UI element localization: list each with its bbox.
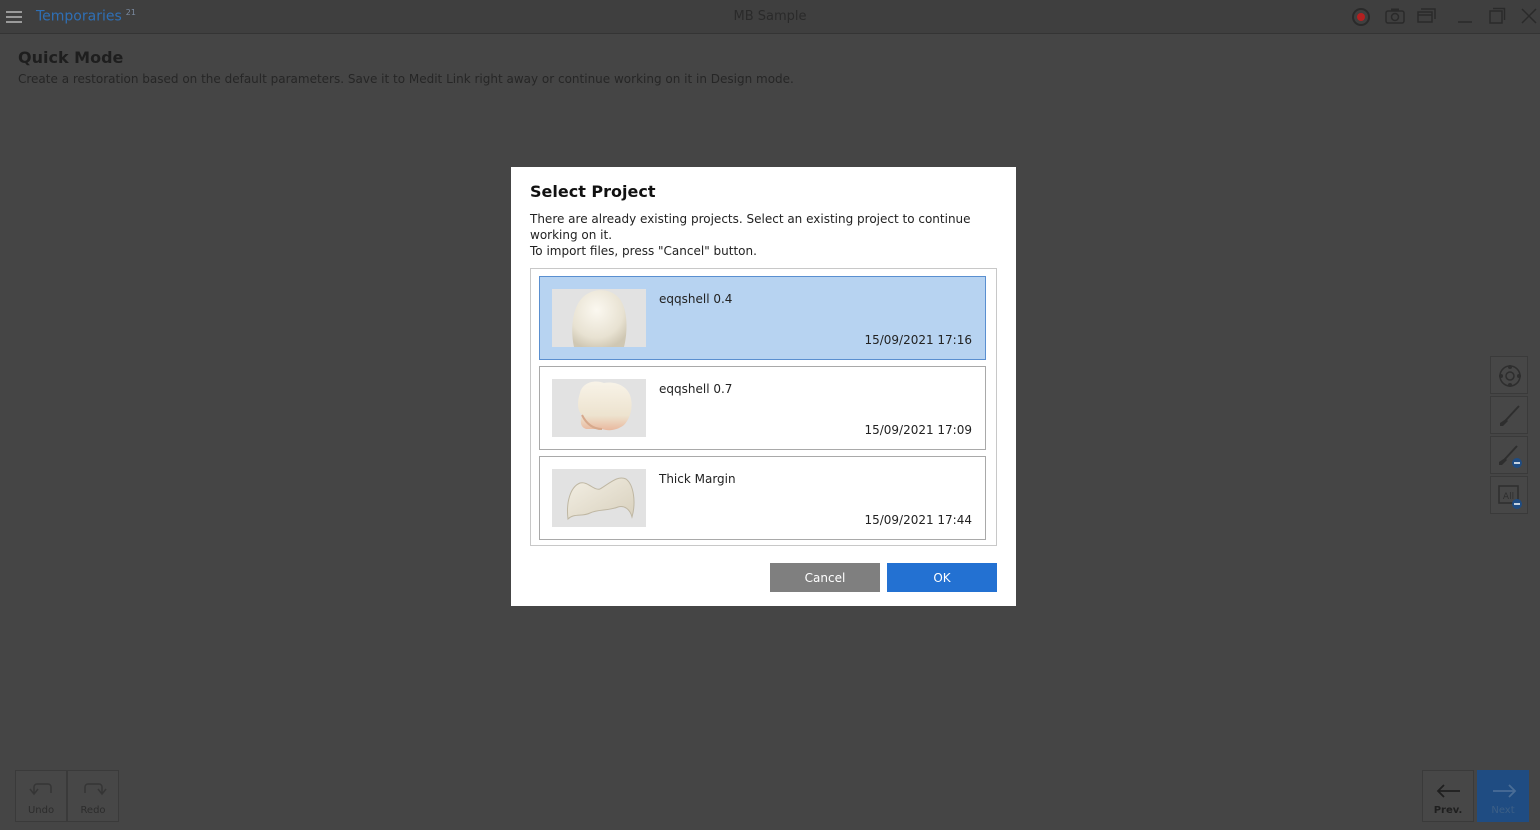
clear-all-tool-button[interactable]: All [1490, 476, 1528, 514]
select-project-dialog: Select Project There are already existin… [511, 167, 1016, 606]
redo-button[interactable]: Redo [67, 770, 119, 822]
project-item[interactable]: Thick Margin 15/09/2021 17:44 [539, 456, 986, 540]
arrow-right-icon [1493, 784, 1517, 798]
next-label: Next [1491, 805, 1515, 816]
clear-all-label: All [1503, 492, 1514, 502]
camera-icon[interactable] [1385, 7, 1405, 25]
project-thumbnail [552, 469, 646, 527]
redo-label: Redo [80, 805, 106, 816]
minimize-icon[interactable] [1455, 7, 1475, 25]
project-thumbnail [552, 379, 646, 437]
cancel-button[interactable]: Cancel [770, 563, 880, 592]
prev-button[interactable]: Prev. [1422, 770, 1474, 822]
erase-brush-tool-button[interactable] [1490, 436, 1528, 474]
project-thumbnail [552, 289, 646, 347]
project-item[interactable]: eqqshell 0.4 15/09/2021 17:16 [539, 276, 986, 360]
record-icon[interactable] [1352, 8, 1370, 26]
brush-tool-button[interactable] [1490, 396, 1528, 434]
project-name: eqqshell 0.4 [659, 292, 733, 306]
project-name: Thick Margin [659, 472, 736, 486]
brush-icon [1500, 405, 1520, 426]
page-description: Create a restoration based on the defaul… [18, 72, 794, 86]
undo-button[interactable]: Undo [15, 770, 67, 822]
close-icon[interactable] [1519, 7, 1539, 25]
dialog-message: There are already existing projects. Sel… [530, 211, 1000, 259]
prev-label: Prev. [1433, 805, 1463, 816]
dialog-message-line1: There are already existing projects. Sel… [530, 212, 971, 242]
tooth-scan-icon [1499, 365, 1521, 387]
project-date: 15/09/2021 17:09 [864, 423, 972, 437]
window-layout-icon[interactable] [1417, 7, 1437, 25]
arrow-left-icon [1436, 784, 1460, 798]
next-button[interactable]: Next [1477, 770, 1529, 822]
clear-all-icon: All [1498, 485, 1522, 509]
undo-icon [29, 783, 52, 796]
auto-detect-tool-button[interactable] [1490, 356, 1528, 394]
undo-label: Undo [27, 805, 55, 816]
project-list: eqqshell 0.4 15/09/2021 17:16 eqqshell 0… [530, 268, 997, 546]
ok-button[interactable]: OK [887, 563, 997, 592]
project-date: 15/09/2021 17:16 [864, 333, 972, 347]
project-name: eqqshell 0.7 [659, 382, 733, 396]
project-item[interactable]: eqqshell 0.7 15/09/2021 17:09 [539, 366, 986, 450]
project-date: 15/09/2021 17:44 [864, 513, 972, 527]
title-bar: Temporaries 21 MB Sample [0, 0, 1540, 33]
dialog-title: Select Project [530, 182, 656, 201]
brush-minus-icon [1499, 445, 1522, 468]
page-title: Quick Mode [18, 48, 124, 67]
window-title: MB Sample [733, 9, 807, 24]
redo-icon [84, 783, 107, 796]
restore-icon[interactable] [1487, 7, 1507, 25]
dialog-message-line2: To import files, press "Cancel" button. [530, 244, 757, 258]
